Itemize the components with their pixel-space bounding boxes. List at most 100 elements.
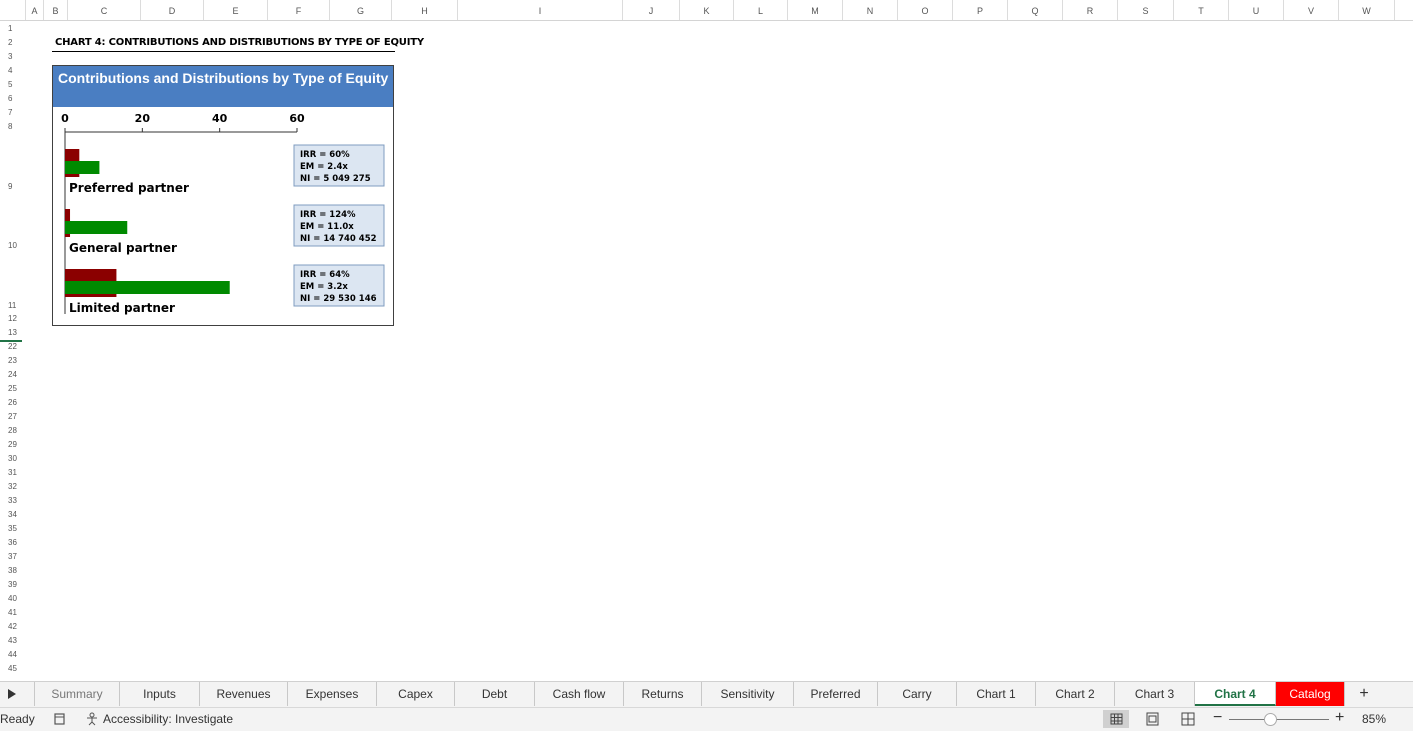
row-header-8[interactable]: 8 xyxy=(0,122,22,131)
row-header-27[interactable]: 27 xyxy=(0,412,22,421)
page-break-button[interactable] xyxy=(1175,710,1201,728)
row-header-31[interactable]: 31 xyxy=(0,468,22,477)
zoom-in-button[interactable]: + xyxy=(1335,709,1344,727)
column-header-d[interactable]: D xyxy=(141,0,204,20)
zoom-slider-knob[interactable] xyxy=(1264,713,1277,726)
column-header-a[interactable]: A xyxy=(26,0,44,20)
row-header-26[interactable]: 26 xyxy=(0,398,22,407)
accessibility-icon[interactable] xyxy=(85,712,99,726)
sheet-tab-capex[interactable]: Capex xyxy=(377,682,455,706)
sheet-tab-chart-1[interactable]: Chart 1 xyxy=(957,682,1036,706)
sheet-tab-revenues[interactable]: Revenues xyxy=(200,682,288,706)
accessibility-status[interactable]: Accessibility: Investigate xyxy=(103,712,233,726)
row-header-30[interactable]: 30 xyxy=(0,454,22,463)
row-header-28[interactable]: 28 xyxy=(0,426,22,435)
sheet-tab-chart-2[interactable]: Chart 2 xyxy=(1036,682,1115,706)
row-header-bar: 1 2 3 4 5 6 7 8 9 10 11 12 13 22 23 24 25 26 27 28 29 30 31 32 3… xyxy=(0,20,22,680)
sheet-tab-expenses[interactable]: Expenses xyxy=(288,682,377,706)
annotation-text: EM = 11.0x xyxy=(300,222,354,232)
row-header-37[interactable]: 37 xyxy=(0,552,22,561)
column-header-r[interactable]: R xyxy=(1063,0,1118,20)
row-header-22[interactable]: 22 xyxy=(0,342,22,351)
x-tick-label: 60 xyxy=(289,112,305,125)
sheet-tab-sensitivity[interactable]: Sensitivity xyxy=(702,682,794,706)
macro-record-icon[interactable] xyxy=(53,712,67,726)
column-header-m[interactable]: M xyxy=(788,0,843,20)
zoom-level[interactable]: 85% xyxy=(1362,712,1386,726)
column-header-c[interactable]: C xyxy=(68,0,141,20)
select-all-corner[interactable] xyxy=(0,0,26,20)
sheet-tab-summary[interactable]: Summary xyxy=(34,682,120,706)
row-header-36[interactable]: 36 xyxy=(0,538,22,547)
sheet-tab-chart-3[interactable]: Chart 3 xyxy=(1115,682,1195,706)
sheet-tab-catalog[interactable]: Catalog xyxy=(1276,682,1345,706)
row-header-45[interactable]: 45 xyxy=(0,664,22,673)
row-header-7[interactable]: 7 xyxy=(0,108,22,117)
sheet-tab-cash-flow[interactable]: Cash flow xyxy=(535,682,624,706)
column-header-i[interactable]: I xyxy=(458,0,623,20)
page-break-icon xyxy=(1181,712,1195,726)
row-header-2[interactable]: 2 xyxy=(0,38,22,47)
row-header-40[interactable]: 40 xyxy=(0,594,22,603)
annotation-text: NI = 14 740 452 xyxy=(300,234,377,244)
sheet-tab-preferred[interactable]: Preferred xyxy=(794,682,878,706)
row-header-6[interactable]: 6 xyxy=(0,94,22,103)
column-header-f[interactable]: F xyxy=(268,0,330,20)
column-header-s[interactable]: S xyxy=(1118,0,1174,20)
sheet-tab-chart-4[interactable]: Chart 4 xyxy=(1195,682,1276,706)
column-header-q[interactable]: Q xyxy=(1008,0,1063,20)
row-header-42[interactable]: 42 xyxy=(0,622,22,631)
column-header-l[interactable]: L xyxy=(734,0,788,20)
row-header-32[interactable]: 32 xyxy=(0,482,22,491)
row-header-38[interactable]: 38 xyxy=(0,566,22,575)
row-header-44[interactable]: 44 xyxy=(0,650,22,659)
column-header-b[interactable]: B xyxy=(44,0,68,20)
row-header-25[interactable]: 25 xyxy=(0,384,22,393)
sheet-tab-bar: Summary Inputs Revenues Expenses Capex Debt Ca… xyxy=(0,681,1413,707)
sheet-tab-carry[interactable]: Carry xyxy=(878,682,957,706)
row-header-34[interactable]: 34 xyxy=(0,510,22,519)
column-header-h[interactable]: H xyxy=(392,0,458,20)
column-header-t[interactable]: T xyxy=(1174,0,1229,20)
freeze-pane-line xyxy=(0,340,22,342)
column-header-v[interactable]: V xyxy=(1284,0,1339,20)
add-sheet-button[interactable]: + xyxy=(1355,682,1373,706)
row-header-39[interactable]: 39 xyxy=(0,580,22,589)
row-header-12[interactable]: 12 xyxy=(0,314,22,323)
row-header-24[interactable]: 24 xyxy=(0,370,22,379)
column-header-g[interactable]: G xyxy=(330,0,392,20)
row-header-1[interactable]: 1 xyxy=(0,24,22,33)
column-header-w[interactable]: W xyxy=(1339,0,1395,20)
sheet-tab-debt[interactable]: Debt xyxy=(455,682,535,706)
scroll-tabs-icon[interactable] xyxy=(8,689,16,699)
column-header-n[interactable]: N xyxy=(843,0,898,20)
row-header-10[interactable]: 10 xyxy=(0,241,22,250)
row-header-23[interactable]: 23 xyxy=(0,356,22,365)
row-header-13[interactable]: 13 xyxy=(0,328,22,337)
page-layout-button[interactable] xyxy=(1139,710,1165,728)
column-header-k[interactable]: K xyxy=(680,0,734,20)
row-header-4[interactable]: 4 xyxy=(0,66,22,75)
normal-view-button[interactable] xyxy=(1103,710,1129,728)
column-header-o[interactable]: O xyxy=(898,0,953,20)
column-header-p[interactable]: P xyxy=(953,0,1008,20)
zoom-slider-track[interactable] xyxy=(1229,719,1329,720)
bar-series-2 xyxy=(65,281,230,294)
row-header-9[interactable]: 9 xyxy=(0,182,22,191)
chart-area[interactable]: Contributions and Distributions by Type … xyxy=(52,65,394,326)
row-header-41[interactable]: 41 xyxy=(0,608,22,617)
row-header-29[interactable]: 29 xyxy=(0,440,22,449)
sheet-tab-inputs[interactable]: Inputs xyxy=(120,682,200,706)
sheet-tab-returns[interactable]: Returns xyxy=(624,682,702,706)
row-header-33[interactable]: 33 xyxy=(0,496,22,505)
row-header-43[interactable]: 43 xyxy=(0,636,22,645)
column-header-e[interactable]: E xyxy=(204,0,268,20)
column-header-u[interactable]: U xyxy=(1229,0,1284,20)
title-underline xyxy=(52,51,395,52)
row-header-3[interactable]: 3 xyxy=(0,52,22,61)
row-header-11[interactable]: 11 xyxy=(0,301,22,310)
zoom-out-button[interactable]: − xyxy=(1213,709,1222,727)
row-header-5[interactable]: 5 xyxy=(0,80,22,89)
row-header-35[interactable]: 35 xyxy=(0,524,22,533)
column-header-j[interactable]: J xyxy=(623,0,680,20)
